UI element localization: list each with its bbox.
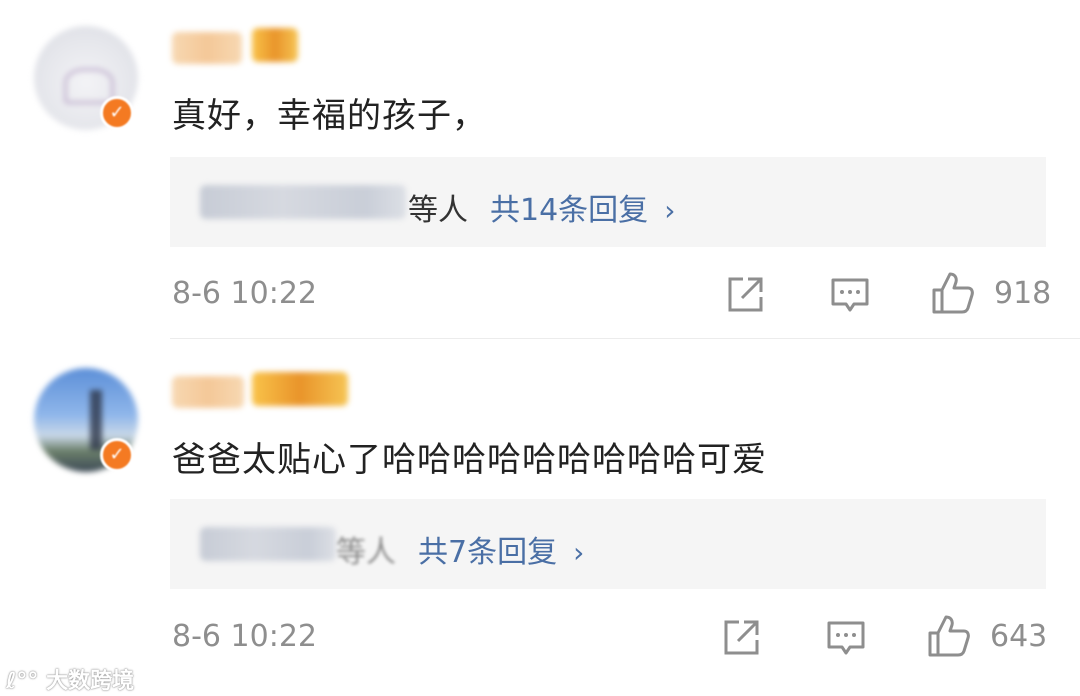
comment-icon[interactable] [829, 274, 871, 316]
medal-badge-icon [252, 372, 348, 406]
reply-suffix: 等人 [408, 193, 468, 228]
chevron-right-icon: › [573, 536, 585, 569]
comment-time: 8-6 10:22 [172, 619, 317, 654]
like-count: 643 [990, 619, 1048, 654]
like-icon[interactable] [930, 270, 976, 316]
comment-text: 爸爸太贴心了哈哈哈哈哈哈哈哈哈可爱 [172, 440, 767, 480]
share-icon[interactable] [720, 617, 762, 659]
watermark: ℓ°° 大数跨境 [6, 663, 134, 695]
comment-text: 真好，幸福的孩子， [172, 96, 487, 136]
username-blurred[interactable] [172, 32, 242, 64]
like-count: 918 [994, 276, 1052, 311]
divider [170, 338, 1080, 339]
replies-preview[interactable]: 等人 共14条回复 › [170, 157, 1046, 247]
reply-count-link[interactable]: 共14条回复 [490, 193, 648, 228]
watermark-logo-icon: ℓ°° [6, 669, 39, 694]
comment-item: ✓ 真好，幸福的孩子， 等人 共14条回复 › 8-6 10:22 918 [0, 0, 1080, 340]
reply-count-link[interactable]: 共7条回复 [418, 535, 557, 570]
replies-preview[interactable]: 等人 共7条回复 › [170, 499, 1046, 589]
reply-names-blurred [200, 527, 336, 561]
username-blurred[interactable] [172, 376, 244, 408]
verified-badge-icon: ✓ [100, 96, 134, 130]
watermark-text: 大数跨境 [46, 669, 135, 694]
verified-badge-icon: ✓ [100, 438, 134, 472]
reply-suffix: 等人 [336, 535, 396, 570]
comment-icon[interactable] [825, 617, 867, 659]
share-icon[interactable] [724, 274, 766, 316]
medal-badge-icon [252, 28, 298, 62]
like-icon[interactable] [926, 613, 972, 659]
reply-names-blurred [200, 185, 406, 219]
comment-item: ✓ 爸爸太贴心了哈哈哈哈哈哈哈哈哈可爱 等人 共7条回复 › 8-6 10:22 6… [0, 340, 1080, 696]
chevron-right-icon: › [664, 194, 676, 227]
comment-time: 8-6 10:22 [172, 276, 317, 311]
